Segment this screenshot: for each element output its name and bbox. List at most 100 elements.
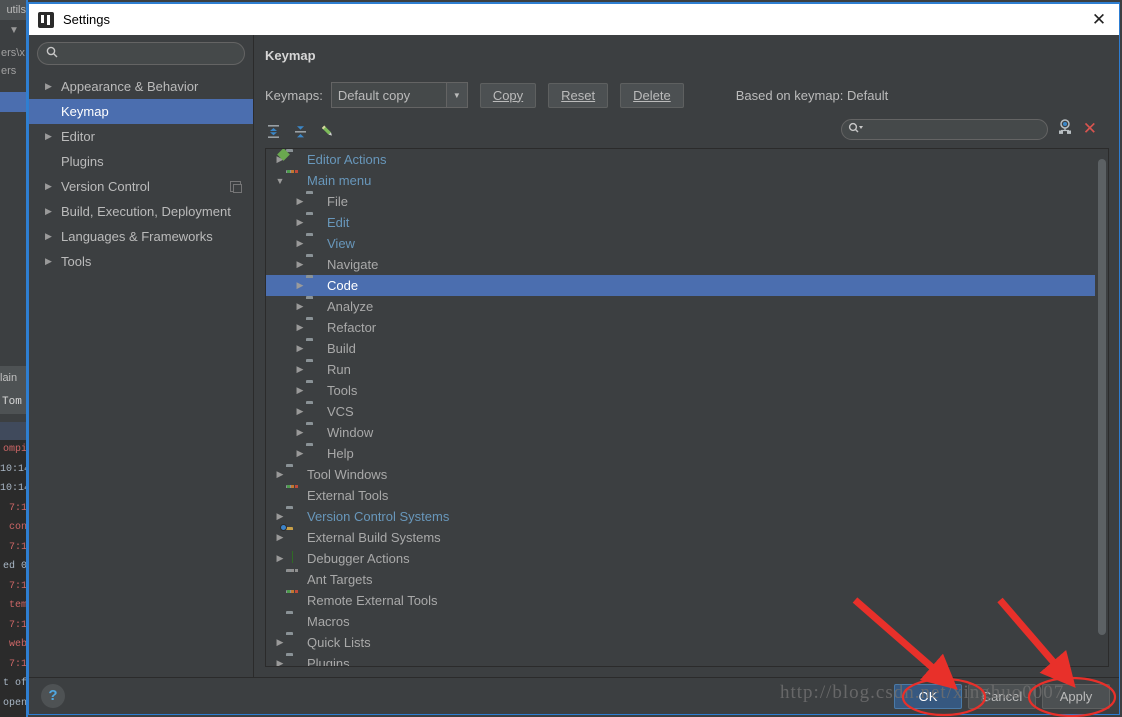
tree-row[interactable]: ▶ Code [266, 275, 1095, 296]
filter-box[interactable] [840, 119, 1048, 140]
background-path-line-1: ers\x [1, 47, 25, 59]
search-box[interactable] [37, 42, 245, 65]
folder-icon [286, 467, 302, 483]
tree-row-label: File [327, 194, 348, 209]
sidebar-item-languages-frameworks[interactable]: ▶ Languages & Frameworks [29, 224, 253, 249]
search-dropdown-icon[interactable] [848, 121, 864, 139]
chevron-right-icon[interactable]: ▶ [294, 238, 306, 249]
tree-row[interactable]: ▼ Main menu [266, 169, 1095, 191]
tree-row[interactable]: External Tools [266, 484, 1095, 506]
console-line: ompi [2, 444, 27, 455]
chevron-right-icon[interactable]: ▶ [294, 259, 306, 270]
tree-row[interactable]: ▶ Analyze [266, 296, 1095, 317]
sidebar-item-version-control[interactable]: ▶ Version Control [29, 174, 253, 199]
chevron-right-icon[interactable]: ▶ [45, 257, 59, 266]
chevron-right-icon[interactable]: ▶ [294, 406, 306, 417]
tree-row[interactable]: ▶ Edit [266, 212, 1095, 233]
tree-row[interactable]: ▶ Quick Lists [266, 632, 1095, 653]
tree-row-label: Navigate [327, 257, 379, 272]
sidebar-item-plugins[interactable]: ▶Plugins [29, 149, 253, 174]
chevron-right-icon[interactable]: ▶ [294, 385, 306, 396]
chevron-right-icon[interactable]: ▶ [294, 217, 306, 228]
background-console: ompi 10:14 10:14 7:1 con 7:1 ed 0 7:1 tem 7:1 web 7… [0, 440, 28, 717]
chevron-right-icon[interactable]: ▶ [45, 182, 59, 191]
chevron-right-icon[interactable]: ▶ [274, 637, 286, 648]
tree-row[interactable]: ▶ Tool Windows [266, 464, 1095, 485]
chevron-right-icon[interactable]: ▶ [274, 511, 286, 522]
clear-filter-icon[interactable]: ✕ [1083, 121, 1097, 138]
reset-button[interactable]: Reset [548, 82, 609, 108]
sidebar-item-tools[interactable]: ▶ Tools [29, 249, 253, 274]
tree-row[interactable]: ▶ VCS [266, 401, 1095, 422]
tree-row[interactable]: ▶ Window [266, 422, 1095, 443]
chevron-right-icon[interactable]: ▶ [294, 196, 306, 207]
tree-row[interactable]: ▶ File [266, 191, 1095, 212]
collapse-all-icon[interactable] [292, 123, 309, 140]
sidebar-search-wrap [29, 35, 253, 65]
chevron-right-icon[interactable]: ▶ [294, 280, 306, 291]
chevron-right-icon[interactable]: ▶ [274, 553, 286, 564]
apply-button[interactable]: Apply [1042, 684, 1110, 709]
copy-button[interactable]: Copy [479, 82, 537, 108]
chevron-down-icon[interactable]: ▼ [274, 176, 286, 186]
tree-row[interactable]: ▶ Editor Actions [266, 149, 1095, 170]
chevron-right-icon[interactable]: ▶ [294, 322, 306, 333]
chevron-right-icon[interactable]: ▶ [274, 658, 286, 666]
tree-row[interactable]: ▶ Navigate [266, 254, 1095, 275]
tree-row[interactable]: ▶ Version Control Systems [266, 506, 1095, 527]
sidebar-item-editor[interactable]: ▶ Editor [29, 124, 253, 149]
filter-input[interactable] [866, 122, 1041, 137]
help-icon[interactable]: ? [41, 684, 65, 708]
tree-scrollbar-thumb[interactable] [1098, 159, 1106, 635]
tree-row[interactable]: ▶ Run [266, 359, 1095, 380]
sidebar-item-appearance-behavior[interactable]: ▶ Appearance & Behavior [29, 74, 253, 99]
chevron-right-icon[interactable]: ▶ [294, 448, 306, 459]
keymap-dropdown[interactable]: Default copy ▼ [330, 82, 468, 108]
tree-row[interactable]: ▶ External Build Systems [266, 523, 1095, 548]
chevron-right-icon[interactable]: ▶ [294, 427, 306, 438]
chevron-right-icon[interactable]: ▶ [45, 232, 59, 241]
tree-row-label: Main menu [307, 173, 372, 188]
find-by-shortcut-icon[interactable] [1056, 118, 1075, 141]
tree-row[interactable]: ▶ Plugins [266, 653, 1095, 666]
chevron-right-icon[interactable]: ▶ [294, 343, 306, 354]
ok-button[interactable]: OK [894, 684, 962, 709]
chevron-right-icon[interactable]: ▶ [45, 132, 59, 141]
actions-tree[interactable]: ▶ Editor Actions ▼ Main menu ▶ File ▶ Edit ▶ View… [266, 149, 1095, 666]
background-divider [0, 414, 28, 422]
tree-row-label: Editor Actions [307, 152, 387, 167]
search-input[interactable] [63, 46, 236, 61]
tree-row[interactable]: ▶ Help [266, 443, 1095, 464]
sidebar-item-keymap[interactable]: ▶Keymap [29, 99, 253, 124]
tree-row-label: View [327, 236, 355, 251]
sidebar-item-build-execution-deployment[interactable]: ▶ Build, Execution, Deployment [29, 199, 253, 224]
close-icon[interactable]: ✕ [1088, 9, 1110, 31]
background-toolbar-glyph: ▼ [0, 20, 28, 42]
edit-shortcut-icon[interactable] [319, 123, 336, 140]
expand-all-icon[interactable] [265, 123, 282, 140]
tree-row[interactable]: Macros [266, 611, 1095, 632]
chevron-right-icon[interactable]: ▶ [45, 207, 59, 216]
debugger-bug-icon [286, 551, 302, 567]
chevron-right-icon[interactable]: ▶ [294, 364, 306, 375]
tree-scrollbar[interactable] [1095, 149, 1108, 666]
cancel-button[interactable]: Cancel [968, 684, 1036, 709]
chevron-right-icon[interactable]: ▶ [274, 469, 286, 480]
tree-row[interactable]: ▶ Build [266, 338, 1095, 359]
tree-row[interactable]: ▶ Refactor [266, 317, 1095, 338]
tree-row-label: VCS [327, 404, 354, 419]
console-line: 10:14 [0, 463, 28, 475]
tree-row[interactable]: ▶ Debugger Actions [266, 548, 1095, 569]
tree-row[interactable]: ▶ View [266, 233, 1095, 254]
tree-row[interactable]: Remote External Tools [266, 589, 1095, 611]
chevron-right-icon[interactable]: ▶ [45, 82, 59, 91]
tree-row[interactable]: Ant Targets [266, 568, 1095, 590]
chevron-right-icon[interactable]: ▶ [274, 532, 286, 543]
chevron-right-icon[interactable]: ▶ [294, 301, 306, 312]
chevron-down-icon[interactable]: ▼ [445, 83, 467, 107]
tree-row[interactable]: ▶ Tools [266, 380, 1095, 401]
sidebar-item-label: Version Control [61, 179, 150, 194]
folder-icon [286, 635, 302, 651]
delete-button[interactable]: Delete [620, 82, 684, 108]
keymap-filter-bar: ✕ [840, 118, 1097, 141]
